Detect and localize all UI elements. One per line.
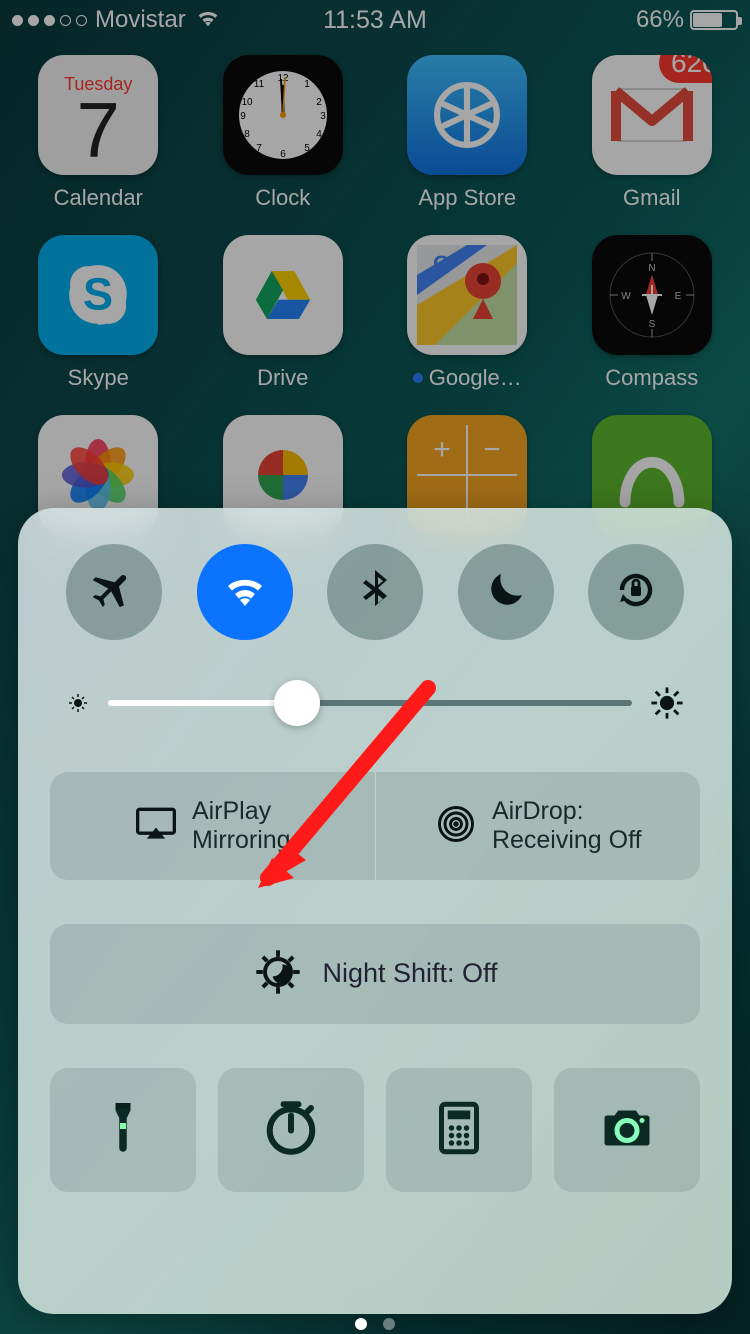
airplane-icon [90,566,138,619]
airplay-button[interactable]: AirPlay Mirroring [50,772,375,880]
airplay-icon [134,802,178,851]
toggle-row [66,544,684,640]
timer-icon [261,1098,321,1163]
calculator-icon [429,1098,489,1163]
page-dot[interactable] [355,1318,367,1330]
wifi-toggle[interactable] [197,544,293,640]
bluetooth-icon [351,566,399,619]
airdrop-icon [434,802,478,851]
rotation-lock-toggle[interactable] [588,544,684,640]
airplay-airdrop-row: AirPlay Mirroring AirDrop: Receiving Off [50,772,700,880]
airplay-label: AirPlay Mirroring [192,797,291,855]
night-shift-icon [252,946,304,1003]
brightness-high-icon [650,686,684,720]
timer-button[interactable] [218,1068,364,1192]
shortcut-row [50,1068,700,1192]
airdrop-label: AirDrop: Receiving Off [492,797,642,855]
flashlight-button[interactable] [50,1068,196,1192]
control-center[interactable]: AirPlay Mirroring AirDrop: Receiving Off… [18,508,732,1314]
airplane-mode-toggle[interactable] [66,544,162,640]
airdrop-button[interactable]: AirDrop: Receiving Off [375,772,701,880]
camera-button[interactable] [554,1068,700,1192]
brightness-thumb[interactable] [274,680,320,726]
brightness-track[interactable] [108,700,632,706]
do-not-disturb-toggle[interactable] [458,544,554,640]
flashlight-icon [93,1098,153,1163]
moon-icon [482,566,530,619]
night-shift-label: Night Shift: Off [322,958,497,989]
wifi-icon [221,566,269,619]
bluetooth-toggle[interactable] [327,544,423,640]
page-indicator[interactable] [0,1318,750,1330]
brightness-slider[interactable] [66,686,684,720]
rotation-lock-icon [612,566,660,619]
night-shift-button[interactable]: Night Shift: Off [50,924,700,1024]
calculator-button[interactable] [386,1068,532,1192]
camera-icon [597,1098,657,1163]
brightness-low-icon [66,691,90,715]
page-dot[interactable] [383,1318,395,1330]
